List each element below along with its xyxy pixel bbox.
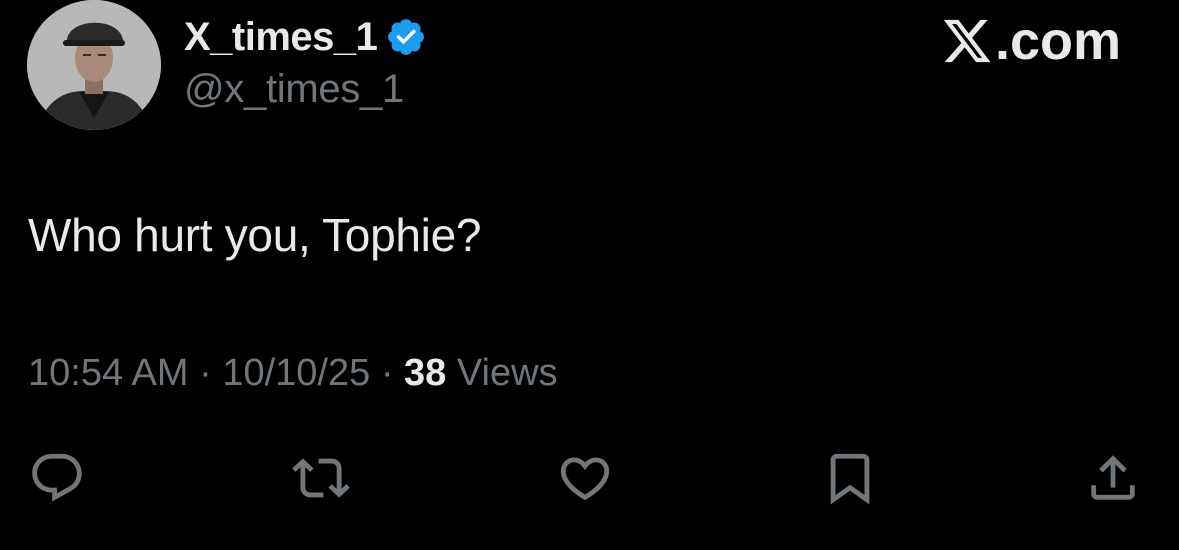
brand-label: .com <box>994 11 1121 71</box>
author-name-row[interactable]: X_times_1 <box>184 12 427 62</box>
heart-icon <box>556 449 614 507</box>
author-handle[interactable]: @x_times_1 <box>184 67 404 112</box>
avatar[interactable] <box>27 0 161 130</box>
action-bar <box>0 448 1179 508</box>
reply-icon <box>28 449 86 507</box>
bookmark-icon <box>821 449 879 507</box>
views-label: Views <box>456 352 558 394</box>
brand-watermark: .com <box>941 10 1121 72</box>
x-logo-icon <box>941 15 993 67</box>
profile-photo <box>27 0 161 130</box>
share-icon <box>1084 449 1142 507</box>
meta-separator: · <box>199 352 212 394</box>
like-button[interactable] <box>555 448 615 508</box>
tweet-date[interactable]: 10/10/25 <box>222 352 370 394</box>
bookmark-button[interactable] <box>820 448 880 508</box>
views-count[interactable]: 38 <box>404 352 446 394</box>
tweet-meta: 10:54 AM · 10/10/25 · 38 Views <box>28 352 558 395</box>
display-name[interactable]: X_times_1 <box>184 15 378 60</box>
repost-button[interactable] <box>291 448 351 508</box>
share-button[interactable] <box>1083 448 1143 508</box>
repost-icon <box>292 449 350 507</box>
tweet-time[interactable]: 10:54 AM <box>28 352 189 394</box>
tweet-text: Who hurt you, Tophie? <box>28 209 482 261</box>
meta-separator: · <box>380 352 394 394</box>
reply-button[interactable] <box>27 448 87 508</box>
verified-badge-icon <box>385 16 427 58</box>
